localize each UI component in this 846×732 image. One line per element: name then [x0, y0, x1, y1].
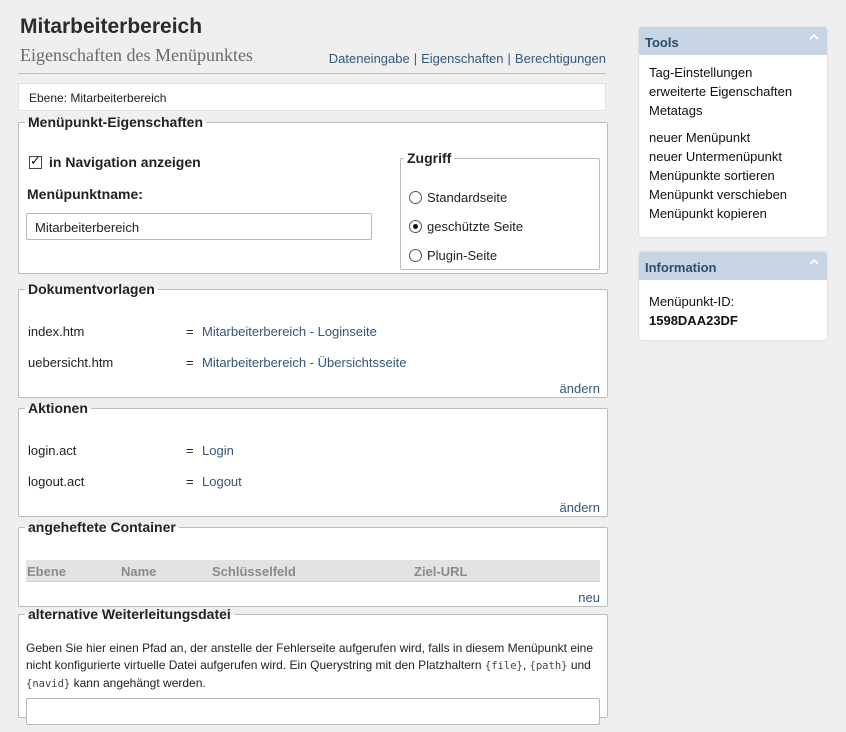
access-option-protected[interactable]: geschützte Seite	[409, 219, 523, 234]
link-berechtigungen[interactable]: Berechtigungen	[515, 51, 606, 66]
containers-fieldset: angeheftete Container Ebene Name Schlüss…	[18, 519, 608, 607]
link-dateneingabe[interactable]: Dateneingabe	[329, 51, 410, 66]
menu-name-label: Menüpunktname:	[27, 186, 143, 202]
tools-panel-header[interactable]: Tools	[639, 27, 827, 55]
actions-legend: Aktionen	[28, 400, 88, 416]
separator: ,	[522, 658, 527, 672]
actions-fieldset: Aktionen login.act = Login logout.act = …	[18, 400, 608, 517]
redirect-path-input[interactable]	[26, 698, 600, 725]
chevron-up-icon[interactable]	[807, 255, 821, 269]
template-row: uebersicht.htm = Mitarbeiterbereich - Üb…	[28, 355, 406, 370]
tool-new-item[interactable]: neuer Menüpunkt	[649, 128, 817, 147]
redirect-text-2: kann angehängt werden.	[73, 676, 206, 690]
properties-fieldset: Menüpunkt-Eigenschaften in Navigation an…	[18, 114, 608, 274]
access-fieldset: Zugriff Standardseite geschützte Seite P…	[400, 150, 600, 270]
tool-tag-settings[interactable]: Tag-Einstellungen	[649, 63, 817, 82]
template-link[interactable]: Mitarbeiterbereich - Loginseite	[202, 324, 377, 339]
equals-sign: =	[186, 355, 194, 370]
properties-legend: Menüpunkt-Eigenschaften	[28, 114, 204, 130]
template-file: uebersicht.htm	[28, 355, 114, 370]
tool-metatags[interactable]: Metatags	[649, 101, 817, 120]
placeholder-navid: {navid}	[26, 678, 71, 690]
tool-move-item[interactable]: Menüpunkt verschieben	[649, 185, 817, 204]
actions-change-link[interactable]: ändern	[560, 500, 600, 515]
action-row: login.act = Login	[28, 443, 234, 458]
link-separator: |	[413, 51, 418, 66]
radio-standard[interactable]	[409, 191, 422, 204]
tool-copy-item[interactable]: Menüpunkt kopieren	[649, 204, 817, 223]
containers-legend: angeheftete Container	[28, 519, 176, 535]
info-body: Menüpunkt-ID: 1598DAA23DF	[639, 280, 827, 338]
radio-protected[interactable]	[409, 220, 422, 233]
action-file: logout.act	[28, 474, 85, 489]
tool-sort-items[interactable]: Menüpunkte sortieren	[649, 166, 817, 185]
redirect-description: Geben Sie hier einen Pfad an, der anstel…	[26, 640, 602, 693]
level-indicator: Ebene: Mitarbeiterbereich	[18, 83, 606, 111]
show-in-nav-label: in Navigation anzeigen	[49, 154, 201, 170]
radio-label: Standardseite	[427, 190, 508, 205]
placeholder-file: {file}	[484, 660, 523, 672]
info-panel-header[interactable]: Information	[639, 252, 827, 280]
tool-extended-properties[interactable]: erweiterte Eigenschaften	[649, 82, 817, 101]
equals-sign: =	[186, 443, 194, 458]
action-link[interactable]: Login	[202, 443, 234, 458]
tools-panel: Tools Tag-Einstellungen erweiterte Eigen…	[639, 27, 827, 237]
templates-change-link[interactable]: ändern	[560, 381, 600, 396]
page-title: Mitarbeiterbereich	[20, 15, 203, 38]
menu-id-value: 1598DAA23DF	[649, 313, 738, 328]
chevron-up-icon[interactable]	[807, 30, 821, 44]
template-file: index.htm	[28, 324, 85, 339]
templates-legend: Dokumentvorlagen	[28, 281, 155, 297]
templates-fieldset: Dokumentvorlagen index.htm = Mitarbeiter…	[18, 281, 608, 398]
column-header: Schlüsselfeld	[212, 564, 296, 579]
placeholder-path: {path}	[529, 660, 568, 672]
radio-label: Plugin-Seite	[427, 248, 498, 263]
link-eigenschaften[interactable]: Eigenschaften	[421, 51, 503, 66]
view-links: Dateneingabe | Eigenschaften | Berechtigunge…	[329, 51, 606, 66]
menu-id-label: Menüpunkt-ID:	[649, 294, 735, 309]
containers-new-link[interactable]: neu	[578, 590, 600, 605]
show-in-nav-checkbox[interactable]	[29, 153, 42, 169]
info-title: Information	[645, 260, 717, 275]
equals-sign: =	[186, 474, 194, 489]
link-separator: |	[507, 51, 511, 66]
page-subtitle: Eigenschaften des Menüpunktes	[20, 45, 253, 65]
radio-plugin[interactable]	[409, 249, 422, 262]
column-header: Ebene	[27, 564, 67, 579]
action-file: login.act	[28, 443, 77, 458]
access-option-plugin[interactable]: Plugin-Seite	[409, 248, 497, 263]
column-header: Ziel-URL	[414, 564, 468, 579]
info-panel: Information Menüpunkt-ID: 1598DAA23DF	[639, 252, 827, 340]
template-row: index.htm = Mitarbeiterbereich - Loginse…	[28, 324, 377, 339]
action-link[interactable]: Logout	[202, 474, 242, 489]
access-option-standard[interactable]: Standardseite	[409, 190, 507, 205]
equals-sign: =	[186, 324, 194, 339]
template-link[interactable]: Mitarbeiterbereich - Übersichtsseite	[202, 355, 406, 370]
tools-title: Tools	[645, 35, 679, 50]
and-text: und	[570, 658, 591, 672]
tools-spacer	[649, 120, 817, 128]
containers-table-header: Ebene Name Schlüsselfeld Ziel-URL	[26, 560, 600, 582]
action-row: logout.act = Logout	[28, 474, 242, 489]
tool-new-subitem[interactable]: neuer Untermenüpunkt	[649, 147, 817, 166]
tools-list: Tag-Einstellungen erweiterte Eigenschaft…	[639, 55, 827, 231]
access-legend: Zugriff	[407, 150, 452, 166]
show-in-nav-row[interactable]: in Navigation anzeigen	[29, 153, 201, 170]
menu-name-input[interactable]: Mitarbeiterbereich	[26, 213, 372, 240]
radio-label: geschützte Seite	[427, 219, 524, 234]
column-header: Name	[121, 564, 157, 579]
title-divider	[18, 73, 606, 74]
redirect-legend: alternative Weiterleitungsdatei	[28, 606, 231, 622]
redirect-fieldset: alternative Weiterleitungsdatei Geben Si…	[18, 606, 608, 725]
